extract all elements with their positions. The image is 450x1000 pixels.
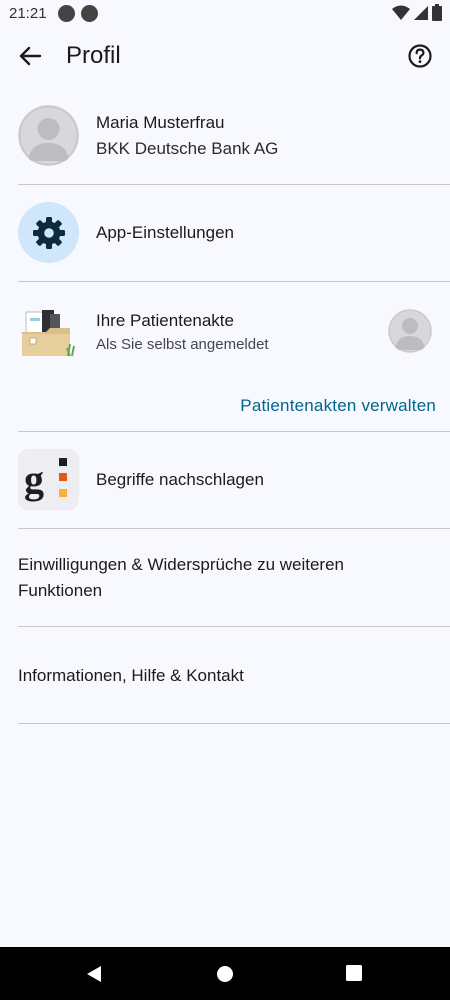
gear-icon <box>32 216 65 249</box>
app-notification-icon <box>81 5 98 22</box>
lexicon-icon: g <box>18 449 79 510</box>
back-arrow-icon[interactable] <box>14 40 46 72</box>
system-navigation-bar <box>0 947 450 1000</box>
nav-back-icon[interactable] <box>84 964 104 984</box>
avatar-icon <box>18 105 79 166</box>
signal-icon <box>414 5 428 20</box>
lexicon-row[interactable]: g Begriffe nachschlagen <box>0 432 450 528</box>
battery-icon <box>432 4 442 21</box>
settings-icon-bg <box>18 202 79 263</box>
status-time: 21:21 <box>9 5 47 22</box>
app-notification-icon <box>58 5 75 22</box>
app-bar: Profil <box>0 28 450 86</box>
info-row[interactable]: Informationen, Hilfe & Kontakt <box>0 627 450 723</box>
record-avatar-icon <box>388 309 432 353</box>
status-app-icons <box>58 5 98 22</box>
settings-label: App-Einstellungen <box>96 223 234 242</box>
status-system-icons <box>392 4 442 21</box>
folder-icon <box>22 310 75 357</box>
manage-records-link[interactable]: Patientenakten verwalten <box>240 396 436 416</box>
page-title: Profil <box>66 42 121 69</box>
nav-home-icon[interactable] <box>216 965 234 983</box>
record-title: Ihre Patientenakte <box>96 311 234 330</box>
help-icon[interactable] <box>404 40 436 72</box>
consents-label: Einwilligungen & Widersprüche zu weitere… <box>18 555 344 600</box>
profile-row[interactable]: Maria Musterfrau BKK Deutsche Bank AG <box>0 100 450 184</box>
patient-record-row[interactable]: Ihre Patientenakte Als Sie selbst angeme… <box>0 282 450 378</box>
profile-name: Maria Musterfrau <box>96 113 225 132</box>
nav-recents-icon[interactable] <box>346 965 362 981</box>
status-bar: 21:21 <box>0 0 450 28</box>
consents-row[interactable]: Einwilligungen & Widersprüche zu weitere… <box>0 529 450 626</box>
record-subtitle: Als Sie selbst angemeldet <box>96 336 269 353</box>
lexicon-label: Begriffe nachschlagen <box>96 470 264 489</box>
settings-row[interactable]: App-Einstellungen <box>0 185 450 281</box>
info-label: Informationen, Hilfe & Kontakt <box>18 666 244 685</box>
profile-insurance: BKK Deutsche Bank AG <box>96 139 279 158</box>
divider <box>18 723 450 724</box>
svg-text:g: g <box>24 457 44 502</box>
wifi-icon <box>392 5 410 20</box>
